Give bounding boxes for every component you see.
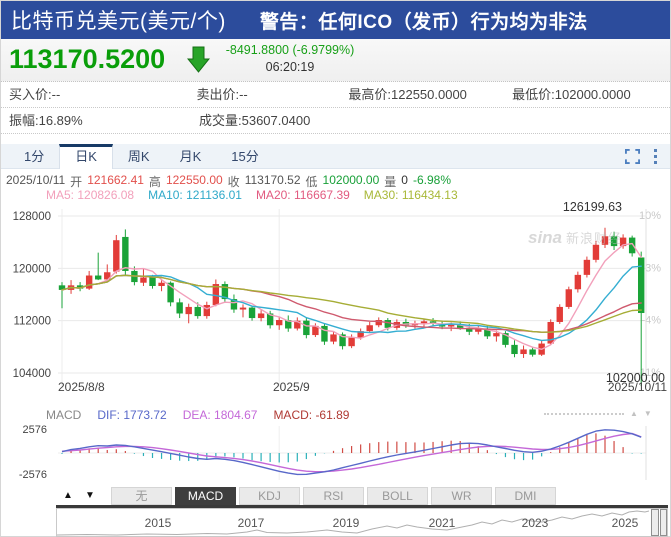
slider-grip — [651, 509, 659, 536]
quote-field-振幅: 振幅:16.89% — [9, 113, 83, 128]
ma-legend: MA5: 120826.08 MA10: 121136.01 MA20: 11666… — [46, 188, 458, 202]
svg-text:120000: 120000 — [13, 263, 51, 275]
dotted-line — [544, 413, 624, 415]
svg-text:128000: 128000 — [13, 211, 51, 223]
svg-text:126199.63: 126199.63 — [563, 201, 622, 214]
period-tabs: 1分 日K 周K 月K 15分 — [9, 144, 274, 169]
slider-grip — [659, 509, 667, 536]
macd-legend: MACD DIF: 1773.72 DEA: 1804.67 MACD: -61.89 — [46, 408, 349, 422]
indicator-tabs: 无 MACD KDJ RSI BOLL WR DMI — [111, 487, 559, 505]
app-root: 比特币兑美元(美元/个) 警告：任何ICO（发币）行为均为非法 113170.5… — [0, 0, 671, 537]
timeline-navigator[interactable]: 2015 2017 2019 2021 2023 2025 — [56, 508, 668, 537]
sina-logo: sina — [528, 228, 563, 247]
svg-text:2025/10/11: 2025/10/11 — [608, 380, 667, 394]
svg-text:104000: 104000 — [13, 368, 51, 380]
quote-field-最高价: 最高价:122550.0000 — [348, 87, 467, 102]
quote-section: 113170.5200 -8491.8800 (-6.9799%) 06:20:… — [1, 39, 670, 82]
period-tab-月K[interactable]: 月K — [165, 144, 217, 169]
indicator-tab-KDJ[interactable]: KDJ — [239, 487, 300, 505]
page-title: 比特币兑美元(美元/个) — [11, 10, 226, 33]
svg-text:112000: 112000 — [13, 316, 51, 328]
indicator-next-button[interactable]: ▼ — [80, 487, 100, 505]
legend-item: MA5: 120826.08 — [46, 188, 135, 202]
range-slider-handle[interactable] — [650, 509, 667, 536]
period-tab-日K[interactable]: 日K — [59, 144, 113, 169]
navigator-year-2019: 2019 — [332, 516, 360, 530]
indicator-tab-MACD[interactable]: MACD — [175, 487, 236, 505]
svg-text:-2576: -2576 — [19, 469, 47, 481]
legend-item: MA20: 116667.39 — [255, 188, 350, 202]
navigator-year-2023: 2023 — [521, 516, 549, 530]
fullscreen-icon[interactable] — [625, 149, 640, 169]
period-tab-15分[interactable]: 15分 — [216, 144, 273, 169]
quote-info-row-2: 振幅:16.89% 成交量:53607.0400 — [1, 108, 670, 134]
sina-watermark: sina 新浪财经 — [528, 228, 623, 247]
price-change: -8491.8800 (-6.9799%) — [225, 43, 355, 57]
navigator-year-2017: 2017 — [237, 516, 265, 530]
indicator-tab-无[interactable]: 无 — [111, 487, 172, 505]
legend-item: MA30: 116434.13 — [363, 188, 458, 202]
indicator-tabbar: ▲ ▼ 无 MACD KDJ RSI BOLL WR DMI — [1, 487, 670, 505]
legend-item: MACD: -61.89 — [273, 408, 350, 422]
svg-text:10%: 10% — [639, 210, 661, 222]
indicator-tab-DMI[interactable]: DMI — [495, 487, 556, 505]
quote-time: 06:20:19 — [265, 60, 315, 74]
indicator-tab-RSI[interactable]: RSI — [303, 487, 364, 505]
indicator-tab-WR[interactable]: WR — [431, 487, 492, 505]
mini-down-arrow-icon[interactable]: ▼ — [644, 410, 652, 418]
indicator-prev-button[interactable]: ▲ — [58, 487, 78, 505]
legend-item: MA10: 121136.01 — [148, 188, 242, 202]
svg-text:3%: 3% — [645, 262, 661, 274]
macd-scroll-decor: ▲ ▼ — [544, 410, 656, 418]
legend-item: MACD — [46, 408, 82, 422]
change-block: -8491.8800 (-6.9799%) 06:20:19 — [215, 42, 365, 76]
svg-text:-4%: -4% — [641, 315, 661, 327]
svg-text:2025/9: 2025/9 — [273, 380, 310, 394]
quote-field-最低价: 最低价:102000.0000 — [512, 87, 631, 102]
indicator-tab-BOLL[interactable]: BOLL — [367, 487, 428, 505]
chart-toolbar-icons — [625, 149, 658, 169]
last-price: 113170.5200 — [9, 44, 166, 74]
warning-banner: 警告：任何ICO（发币）行为均为非法 — [259, 11, 588, 33]
svg-text:2576: 2576 — [23, 424, 47, 436]
legend-item: DEA: 1804.67 — [182, 408, 258, 422]
quote-field-买入价: 买入价:-- — [9, 87, 61, 102]
period-tabbar: 1分 日K 周K 月K 15分 — [1, 144, 670, 169]
quote-info-row-1: 买入价:-- 卖出价:-- 最高价:122550.0000 最低价:102000.00… — [1, 82, 670, 108]
svg-text:2025/8/8: 2025/8/8 — [58, 380, 105, 394]
navigator-year-2021: 2021 — [428, 516, 456, 530]
macd-chart[interactable]: 2576 -2576 — [1, 422, 671, 484]
quote-field-成交量: 成交量:53607.0400 — [199, 113, 311, 128]
quote-field-卖出价: 卖出价:-- — [196, 87, 248, 102]
navigator-year-2025: 2025 — [611, 516, 639, 530]
mini-up-arrow-icon[interactable]: ▲ — [630, 410, 638, 418]
period-tab-周K[interactable]: 周K — [113, 144, 165, 169]
legend-item: DIF: 1773.72 — [97, 408, 167, 422]
more-options-icon[interactable] — [654, 149, 658, 169]
navigator-year-2015: 2015 — [144, 516, 172, 530]
title-bar: 比特币兑美元(美元/个) 警告：任何ICO（发币）行为均为非法 — [1, 1, 670, 39]
period-tab-1分[interactable]: 1分 — [9, 144, 59, 169]
price-down-arrow-icon — [186, 46, 211, 78]
